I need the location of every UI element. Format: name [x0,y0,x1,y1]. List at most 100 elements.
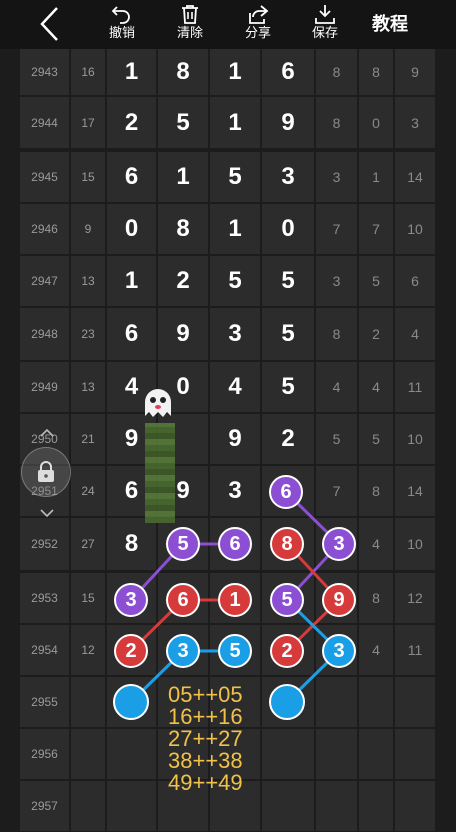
lock-button[interactable] [21,447,71,497]
sum-value: 15 [71,152,105,202]
sum-value: 16 [71,49,105,95]
formula-line: 05++05 [168,682,243,707]
issue-number: 2945 [20,152,69,202]
issue-number: 2948 [20,308,69,360]
chevron-down-icon[interactable] [40,508,54,518]
trash-icon [182,5,198,24]
digit-cell[interactable]: 3 [210,466,260,516]
digit-cell[interactable]: 2 [262,414,314,464]
number-ball[interactable]: 2 [270,634,304,668]
issue-number: 2957 [20,781,69,831]
digit-cell[interactable]: 6 [262,49,314,95]
sum-value: 15 [71,573,105,623]
digit-cell[interactable]: 5 [262,308,314,360]
stat-cell [359,677,393,727]
back-button[interactable] [30,2,70,46]
number-ball[interactable]: 3 [166,634,200,668]
number-ball[interactable]: 6 [166,583,200,617]
digit-cell[interactable]: 2 [158,256,208,306]
number-ball[interactable] [269,684,305,720]
digit-cell[interactable]: 1 [107,49,156,95]
chevron-up-icon[interactable] [40,428,54,438]
number-ball[interactable]: 6 [218,527,252,561]
number-ball[interactable]: 9 [322,583,356,617]
number-ball[interactable] [113,684,149,720]
stat-cell: 7 [316,204,357,254]
number-ball[interactable]: 5 [218,634,252,668]
digit-cell[interactable]: 9 [210,414,260,464]
digit-cell[interactable] [262,729,314,779]
number-ball[interactable]: 3 [322,527,356,561]
digit-cell[interactable] [107,729,156,779]
digit-cell[interactable]: 5 [210,256,260,306]
stat-cell: 8 [316,308,357,360]
stat-cell: 7 [316,466,357,516]
clear-button[interactable]: 清除 [165,2,215,46]
formula-text: 05++05 16++16 27++27 38++38 49++49 [168,684,243,794]
digit-cell[interactable]: 8 [158,49,208,95]
sum-value [71,781,105,831]
stat-cell: 3 [316,152,357,202]
number-ball[interactable]: 8 [270,527,304,561]
issue-number: 2956 [20,729,69,779]
grid-row: 2943 16 1 8 1 6 8 8 9 [0,49,456,95]
digit-cell[interactable]: 6 [107,152,156,202]
digit-cell[interactable]: 1 [210,97,260,148]
issue-number: 2949 [20,362,69,412]
share-button[interactable]: 分享 [233,2,283,46]
digit-cell[interactable]: 1 [210,49,260,95]
sum-value: 12 [71,625,105,675]
number-ball[interactable]: 3 [114,583,148,617]
digit-cell[interactable]: 8 [107,518,156,570]
number-ball[interactable]: 5 [166,527,200,561]
digit-cell[interactable]: 0 [262,204,314,254]
sum-value [71,729,105,779]
number-ball[interactable]: 2 [114,634,148,668]
digit-cell[interactable]: 2 [107,97,156,148]
digit-cell[interactable]: 5 [262,256,314,306]
undo-icon [111,6,130,24]
toolbar: 撤销 清除 分享 保存 教程 [0,0,456,49]
issue-number: 2944 [20,97,69,148]
digit-cell[interactable]: 3 [262,152,314,202]
stat-cell: 5 [316,414,357,464]
digit-cell[interactable] [107,781,156,831]
number-ball[interactable]: 6 [269,475,303,509]
stat-cell [316,677,357,727]
number-ball[interactable]: 5 [270,583,304,617]
digit-cell[interactable]: 9 [262,97,314,148]
digit-cell[interactable] [262,781,314,831]
save-label: 保存 [311,25,338,40]
number-ball[interactable]: 3 [322,634,356,668]
digit-cell[interactable]: 3 [210,308,260,360]
digit-cell[interactable]: 5 [210,152,260,202]
undo-button[interactable]: 撤销 [97,2,147,46]
stat-cell [395,781,435,831]
digit-cell[interactable]: 6 [107,308,156,360]
tutorial-button[interactable]: 教程 [372,10,408,36]
issue-number: 2953 [20,573,69,623]
number-ball[interactable]: 1 [218,583,252,617]
digit-cell[interactable]: 8 [158,204,208,254]
digit-cell[interactable]: 1 [107,256,156,306]
stat-cell [359,781,393,831]
digit-cell[interactable]: 5 [262,362,314,412]
digit-cell[interactable]: 9 [158,308,208,360]
stat-cell: 3 [316,256,357,306]
digit-cell[interactable]: 1 [158,152,208,202]
sum-value: 27 [71,518,105,570]
save-button[interactable]: 保存 [300,2,350,46]
digit-cell[interactable]: 0 [107,204,156,254]
grid-row: 2948 23 6 9 3 5 8 2 4 [0,308,456,360]
share-label: 分享 [244,25,271,40]
clear-label: 清除 [176,25,203,40]
formula-line: 16++16 [168,704,243,729]
digit-cell[interactable]: 5 [158,97,208,148]
digit-cell[interactable]: 4 [210,362,260,412]
stat-cell: 8 [316,49,357,95]
digit-cell[interactable]: 1 [210,204,260,254]
stat-cell: 12 [395,573,435,623]
stat-cell [395,677,435,727]
stat-cell: 2 [359,308,393,360]
stat-cell [316,781,357,831]
